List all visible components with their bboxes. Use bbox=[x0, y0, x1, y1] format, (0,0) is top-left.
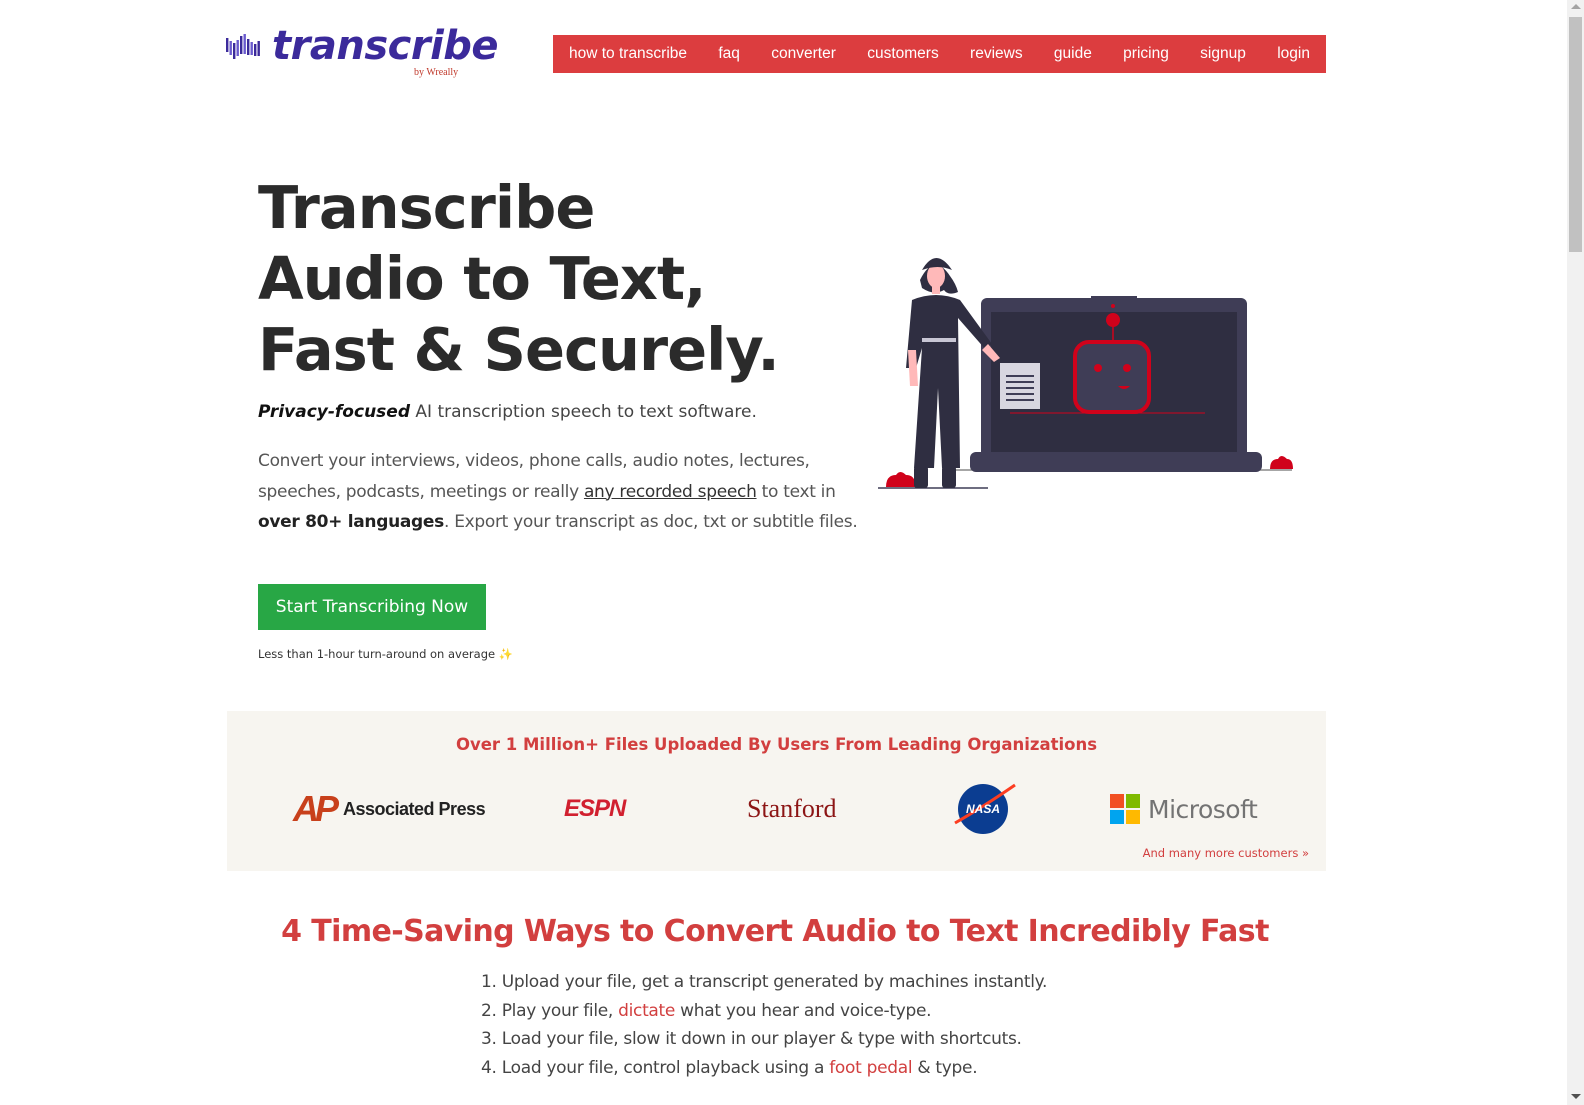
ways-list-item: 3. Load your file, slow it down in our p… bbox=[481, 1025, 1047, 1054]
stanford-logo: Stanford bbox=[747, 794, 837, 823]
hero-description: Convert your interviews, videos, phone c… bbox=[258, 446, 858, 538]
languages-highlight: over 80+ languages bbox=[258, 512, 444, 532]
nav-customers[interactable]: customers bbox=[867, 45, 939, 63]
hero-tagline: Privacy-focused AI transcription speech … bbox=[258, 402, 757, 422]
any-recorded-speech-link[interactable]: any recorded speech bbox=[584, 482, 757, 502]
nav-guide[interactable]: guide bbox=[1054, 45, 1092, 63]
nav-login[interactable]: login bbox=[1277, 45, 1310, 63]
sparkle-icon: ✨ bbox=[498, 647, 514, 661]
foot-pedal-link[interactable]: foot pedal bbox=[829, 1058, 912, 1078]
ways-title: 4 Time-Saving Ways to Convert Audio to T… bbox=[281, 914, 1269, 949]
woman-neck bbox=[932, 286, 940, 294]
way-text: what you hear and voice-type. bbox=[675, 1000, 932, 1021]
laptop-camera bbox=[1091, 296, 1137, 300]
nav-converter[interactable]: converter bbox=[771, 45, 836, 63]
ap-mark: AP bbox=[293, 788, 339, 829]
way-text: 3. Load your file, slow it down in our p… bbox=[481, 1029, 1022, 1050]
ways-list-item: 4. Load your file, control playback usin… bbox=[481, 1054, 1047, 1083]
scroll-up-arrow-icon[interactable] bbox=[1571, 4, 1581, 9]
hero-illustration bbox=[878, 258, 1293, 489]
microsoft-text: Microsoft bbox=[1148, 794, 1258, 824]
way-text: 1. Upload your file, get a transcript ge… bbox=[481, 972, 1048, 992]
nasa-logo: NASA bbox=[953, 779, 1017, 839]
robot-eye bbox=[1094, 364, 1102, 372]
customers-title: Over 1 Million+ Files Uploaded By Users … bbox=[455, 735, 1098, 754]
dictate-link[interactable]: dictate bbox=[618, 1001, 675, 1021]
brand-byline: by Wreally bbox=[414, 67, 459, 78]
hero-title-line-1: Transcribe bbox=[258, 173, 595, 242]
tagline-emphasis: Privacy-focused bbox=[258, 402, 410, 422]
robot-antenna-ball bbox=[1106, 313, 1120, 327]
woman-boot bbox=[914, 466, 928, 488]
laptop-base bbox=[970, 452, 1262, 472]
way-text: 2. Play your file, bbox=[481, 1000, 619, 1021]
woman-body bbox=[906, 295, 992, 468]
start-transcribing-button[interactable]: Start Transcribing Now bbox=[258, 584, 486, 630]
nav-signup[interactable]: signup bbox=[1200, 45, 1246, 63]
hero-title-line-2: Audio to Text, bbox=[258, 244, 707, 313]
way-text: 4. Load your file, control playback usin… bbox=[481, 1058, 830, 1079]
nav-faq[interactable]: faq bbox=[718, 45, 740, 63]
robot-antenna-top bbox=[1111, 304, 1115, 308]
desc-text: . Export your transcript as doc, txt or … bbox=[443, 512, 858, 532]
robot-head bbox=[1073, 340, 1151, 414]
nasa-meatball-icon: NASA bbox=[954, 783, 1016, 834]
microsoft-windows-icon bbox=[1110, 794, 1140, 824]
robot-eye bbox=[1123, 364, 1131, 372]
plant-shape bbox=[1270, 456, 1293, 469]
espn-logo: ESPN bbox=[564, 795, 626, 822]
nasa-text: NASA bbox=[966, 802, 1000, 816]
plant-shape bbox=[886, 472, 916, 487]
ways-list-item: 1. Upload your file, get a transcript ge… bbox=[481, 968, 1047, 997]
ways-list: 1. Upload your file, get a transcript ge… bbox=[481, 968, 1047, 1083]
more-customers-link[interactable]: And many more customers » bbox=[1143, 846, 1309, 860]
microsoft-logo: Microsoft bbox=[1110, 779, 1258, 839]
brand-logo[interactable]: transcribe by Wreally bbox=[226, 23, 499, 82]
page-scrollbar[interactable] bbox=[1567, 0, 1584, 1105]
scroll-down-arrow-icon[interactable] bbox=[1571, 1094, 1581, 1099]
woman-boot bbox=[942, 466, 956, 488]
customers-section: Over 1 Million+ Files Uploaded By Users … bbox=[227, 711, 1326, 871]
ap-logo: AP Associated Press bbox=[293, 779, 486, 839]
tagline-text: AI transcription speech to text software… bbox=[410, 402, 757, 422]
scroll-thumb[interactable] bbox=[1569, 17, 1582, 252]
ap-text: Associated Press bbox=[343, 798, 486, 819]
nav-pricing[interactable]: pricing bbox=[1123, 45, 1169, 63]
turnaround-text: Less than 1-hour turn-around on average bbox=[258, 647, 496, 661]
nav-reviews[interactable]: reviews bbox=[970, 45, 1023, 63]
turnaround-note: Less than 1-hour turn-around on average … bbox=[258, 647, 513, 661]
ways-list-item: 2. Play your file, dictate what you hear… bbox=[481, 997, 1047, 1026]
way-text: & type. bbox=[912, 1058, 978, 1079]
desc-text: to text in bbox=[756, 481, 836, 502]
brand-name: transcribe bbox=[272, 23, 499, 69]
woman-belt bbox=[922, 338, 956, 342]
hero-title-line-3: Fast & Securely. bbox=[258, 315, 780, 384]
nav-how-to-transcribe[interactable]: how to transcribe bbox=[569, 45, 687, 63]
main-nav: how to transcribe faq converter customer… bbox=[553, 35, 1326, 73]
hero-title: Transcribe Audio to Text, Fast & Securel… bbox=[258, 172, 780, 385]
sound-wave-icon bbox=[226, 34, 260, 59]
document bbox=[1000, 363, 1040, 409]
